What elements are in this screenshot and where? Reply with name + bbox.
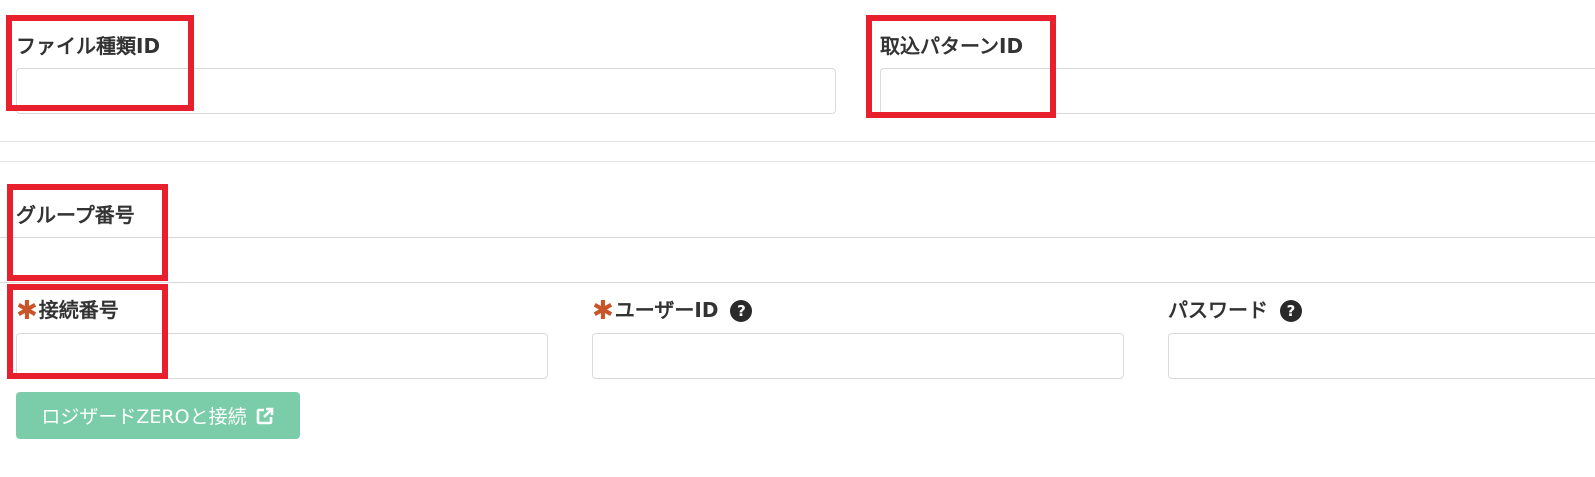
connection-number-label: ✱接続番号 (16, 296, 119, 326)
divider (0, 141, 1595, 142)
group-number-label: グループ番号 (16, 203, 135, 227)
required-asterisk-icon: ✱ (16, 296, 38, 326)
divider (0, 161, 1595, 162)
required-asterisk-icon: ✱ (592, 296, 614, 326)
connection-number-label-text: 接続番号 (38, 298, 119, 322)
page: ファイル種類ID 取込パターンID グループ番号 ✱接続番号 ✱ユーザーID? … (0, 0, 1595, 477)
connection-number-input[interactable] (16, 333, 548, 379)
password-input[interactable] (1168, 333, 1595, 379)
external-link-icon (256, 407, 273, 424)
file-type-id-label: ファイル種類ID (16, 34, 161, 58)
user-id-input[interactable] (592, 333, 1124, 379)
connect-logizard-zero-button[interactable]: ロジザードZEROと接続 (16, 392, 300, 439)
user-id-label: ✱ユーザーID? (592, 296, 753, 326)
import-pattern-id-label: 取込パターンID (880, 34, 1024, 58)
group-number-input[interactable] (0, 237, 1595, 283)
user-id-label-text: ユーザーID (614, 298, 719, 322)
question-circle-icon[interactable]: ? (1280, 300, 1302, 322)
import-pattern-id-input[interactable] (880, 68, 1595, 114)
question-circle-icon[interactable]: ? (730, 300, 753, 322)
connect-button-label: ロジザードZEROと接続 (41, 406, 247, 428)
file-type-id-input[interactable] (16, 68, 836, 114)
password-label-text: パスワード (1168, 298, 1268, 322)
password-label: パスワード? (1168, 298, 1302, 322)
